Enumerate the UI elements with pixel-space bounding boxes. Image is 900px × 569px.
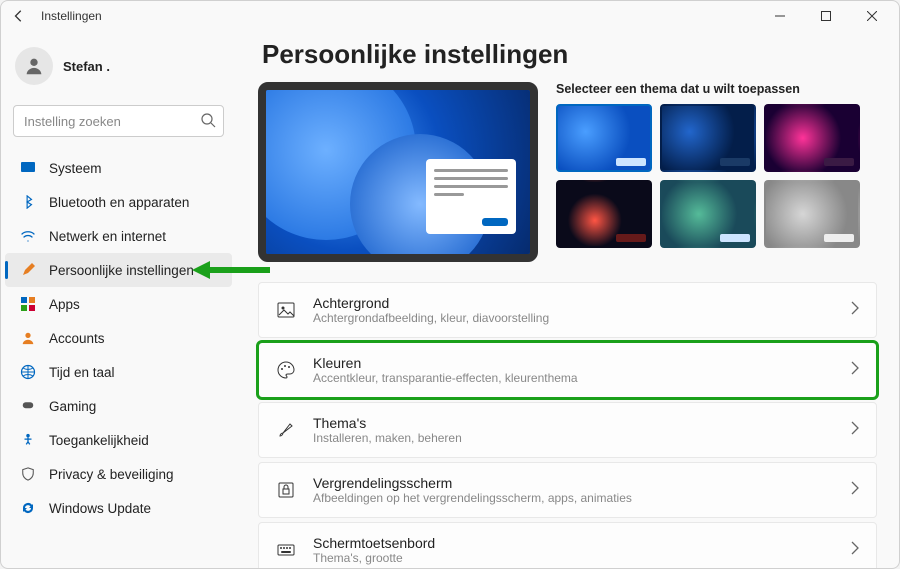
sidebar-item-privacy[interactable]: Privacy & beveiliging <box>5 457 232 491</box>
chevron-right-icon <box>850 361 860 380</box>
theme-option-2[interactable] <box>660 104 756 172</box>
sidebar-item-gaming[interactable]: Gaming <box>5 389 232 423</box>
chevron-right-icon <box>850 481 860 500</box>
settings-list: AchtergrondAchtergrondafbeelding, kleur,… <box>258 282 877 568</box>
maximize-button[interactable] <box>803 1 849 31</box>
preview-row: Selecteer een thema dat u wilt toepassen <box>258 82 877 262</box>
theme-option-4[interactable] <box>556 180 652 248</box>
sidebar-item-update[interactable]: Windows Update <box>5 491 232 525</box>
setting-themes[interactable]: Thema'sInstalleren, maken, beheren <box>258 402 877 458</box>
theme-option-3[interactable] <box>764 104 860 172</box>
sidebar-item-label: Systeem <box>49 161 102 176</box>
back-button[interactable] <box>5 9 33 23</box>
setting-title: Schermtoetsenbord <box>313 535 834 551</box>
sidebar-item-time[interactable]: Tijd en taal <box>5 355 232 389</box>
settings-window: Instellingen Stefan . Systeem <box>0 0 900 569</box>
sidebar-item-personalization[interactable]: Persoonlijke instellingen <box>5 253 232 287</box>
setting-subtitle: Achtergrondafbeelding, kleur, diavoorste… <box>313 311 834 325</box>
sidebar-item-label: Gaming <box>49 399 96 414</box>
sidebar-item-bluetooth[interactable]: Bluetooth en apparaten <box>5 185 232 219</box>
sidebar-item-label: Persoonlijke instellingen <box>49 263 194 278</box>
gamepad-icon <box>19 397 37 415</box>
page-title: Persoonlijke instellingen <box>262 39 877 70</box>
brush-icon <box>275 419 297 441</box>
sidebar-item-label: Toegankelijkheid <box>49 433 149 448</box>
lockscreen-icon <box>275 479 297 501</box>
setting-lockscreen[interactable]: VergrendelingsschermAfbeeldingen op het … <box>258 462 877 518</box>
wifi-icon <box>19 227 37 245</box>
palette-icon <box>275 359 297 381</box>
setting-background[interactable]: AchtergrondAchtergrondafbeelding, kleur,… <box>258 282 877 338</box>
chevron-right-icon <box>850 301 860 320</box>
sidebar-item-label: Apps <box>49 297 80 312</box>
user-name: Stefan . <box>63 59 110 74</box>
accessibility-icon <box>19 431 37 449</box>
paintbrush-icon <box>19 261 37 279</box>
sidebar-item-system[interactable]: Systeem <box>5 151 232 185</box>
search-input[interactable] <box>13 105 224 137</box>
sidebar-item-label: Privacy & beveiliging <box>49 467 174 482</box>
setting-colors[interactable]: KleurenAccentkleur, transparantie-effect… <box>258 342 877 398</box>
nav: Systeem Bluetooth en apparaten Netwerk e… <box>5 151 232 525</box>
setting-subtitle: Installeren, maken, beheren <box>313 431 834 445</box>
setting-subtitle: Thema's, grootte <box>313 551 834 565</box>
display-icon <box>19 159 37 177</box>
sidebar-item-accounts[interactable]: Accounts <box>5 321 232 355</box>
setting-subtitle: Accentkleur, transparantie-effecten, kle… <box>313 371 834 385</box>
search-icon <box>200 112 216 128</box>
keyboard-icon <box>275 539 297 561</box>
themes-panel: Selecteer een thema dat u wilt toepassen <box>556 82 877 262</box>
bluetooth-icon <box>19 193 37 211</box>
chevron-right-icon <box>850 421 860 440</box>
close-button[interactable] <box>849 1 895 31</box>
chevron-right-icon <box>850 541 860 560</box>
user-profile[interactable]: Stefan . <box>5 41 232 91</box>
apps-icon <box>19 295 37 313</box>
setting-subtitle: Afbeeldingen op het vergrendelingsscherm… <box>313 491 834 505</box>
person-icon <box>19 329 37 347</box>
sidebar-item-label: Bluetooth en apparaten <box>49 195 189 210</box>
sidebar: Stefan . Systeem Bluetooth en apparaten … <box>1 31 236 568</box>
theme-option-1[interactable] <box>556 104 652 172</box>
image-icon <box>275 299 297 321</box>
sidebar-item-apps[interactable]: Apps <box>5 287 232 321</box>
sidebar-item-label: Netwerk en internet <box>49 229 166 244</box>
globe-icon <box>19 363 37 381</box>
main-content: Persoonlijke instellingen Selecteer een … <box>236 31 899 568</box>
setting-touch-keyboard[interactable]: SchermtoetsenbordThema's, grootte <box>258 522 877 568</box>
avatar <box>15 47 53 85</box>
window-title: Instellingen <box>41 9 102 23</box>
themes-title: Selecteer een thema dat u wilt toepassen <box>556 82 877 96</box>
shield-icon <box>19 465 37 483</box>
titlebar: Instellingen <box>1 1 899 31</box>
update-icon <box>19 499 37 517</box>
sidebar-item-network[interactable]: Netwerk en internet <box>5 219 232 253</box>
setting-title: Kleuren <box>313 355 834 371</box>
minimize-button[interactable] <box>757 1 803 31</box>
setting-title: Vergrendelingsscherm <box>313 475 834 491</box>
setting-title: Achtergrond <box>313 295 834 311</box>
sidebar-item-label: Accounts <box>49 331 105 346</box>
theme-option-5[interactable] <box>660 180 756 248</box>
theme-option-6[interactable] <box>764 180 860 248</box>
search-container <box>13 105 224 137</box>
desktop-preview <box>258 82 538 262</box>
sidebar-item-accessibility[interactable]: Toegankelijkheid <box>5 423 232 457</box>
sidebar-item-label: Tijd en taal <box>49 365 115 380</box>
sidebar-item-label: Windows Update <box>49 501 151 516</box>
setting-title: Thema's <box>313 415 834 431</box>
